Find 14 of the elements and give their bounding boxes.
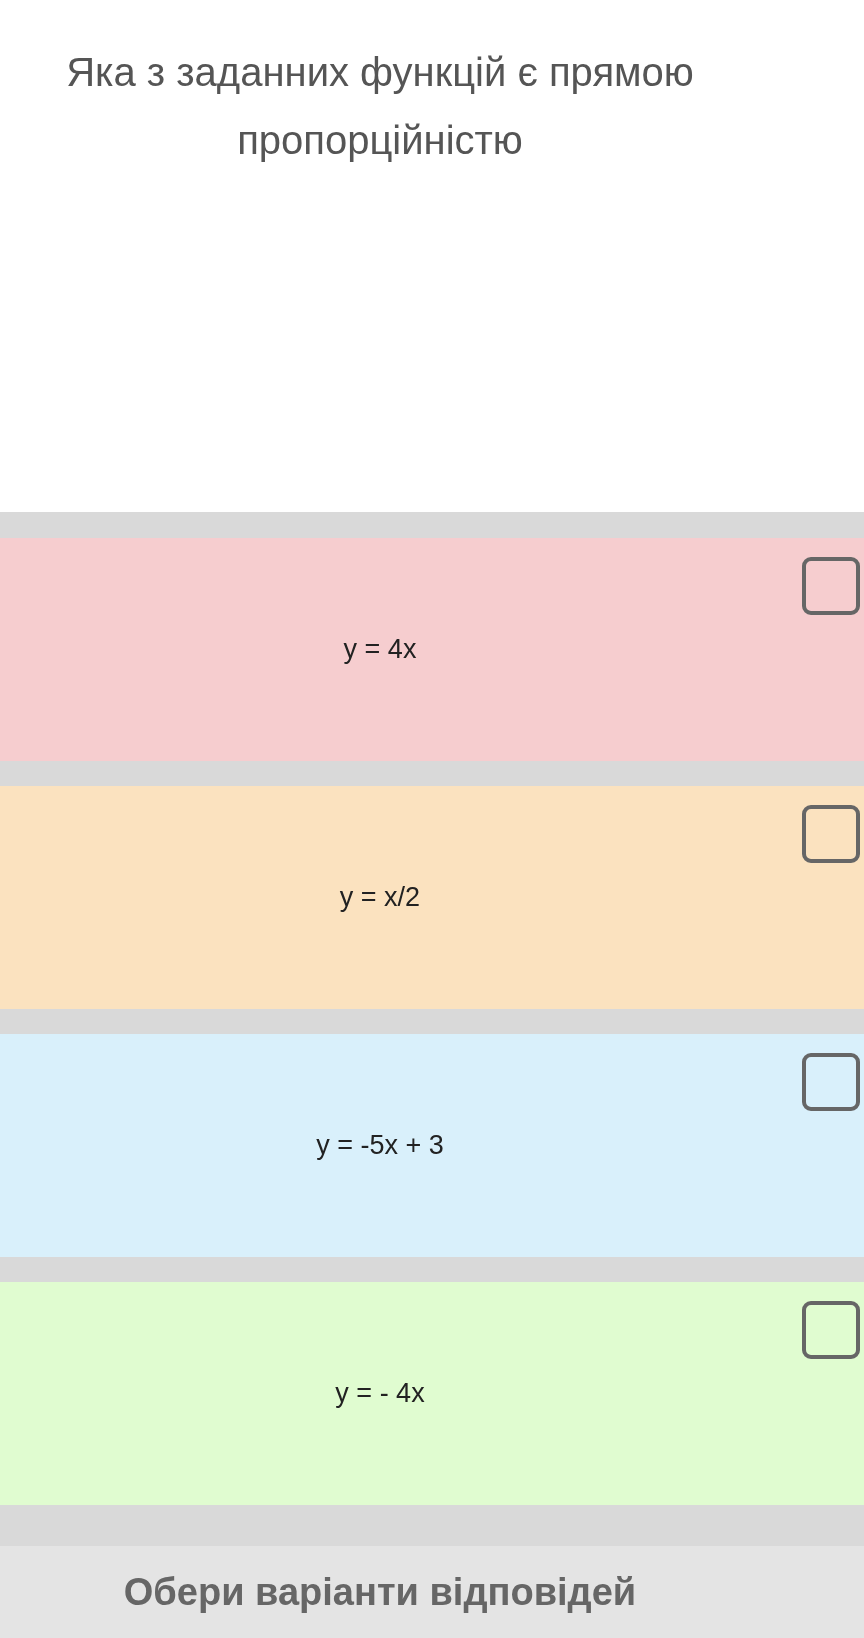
question-text: Яка з заданних функцій є прямою пропорційністю	[65, 49, 695, 164]
checkbox[interactable]	[802, 1053, 860, 1111]
option-text: y = 4x	[343, 634, 417, 665]
answer-option[interactable]: y = x/2	[0, 786, 864, 1009]
checkbox[interactable]	[802, 805, 860, 863]
checkbox[interactable]	[802, 557, 860, 615]
checkbox[interactable]	[802, 1301, 860, 1359]
submit-button[interactable]: Обери варіанти відповідей	[0, 1546, 864, 1638]
option-text: y = x/2	[339, 882, 421, 913]
option-text: y = - 4x	[335, 1378, 425, 1409]
answer-option[interactable]: y = 4x	[0, 538, 864, 761]
option-text: y = -5x + 3	[316, 1130, 444, 1161]
answer-option[interactable]: y = - 4x	[0, 1282, 864, 1505]
answer-option[interactable]: y = -5x + 3	[0, 1034, 864, 1257]
